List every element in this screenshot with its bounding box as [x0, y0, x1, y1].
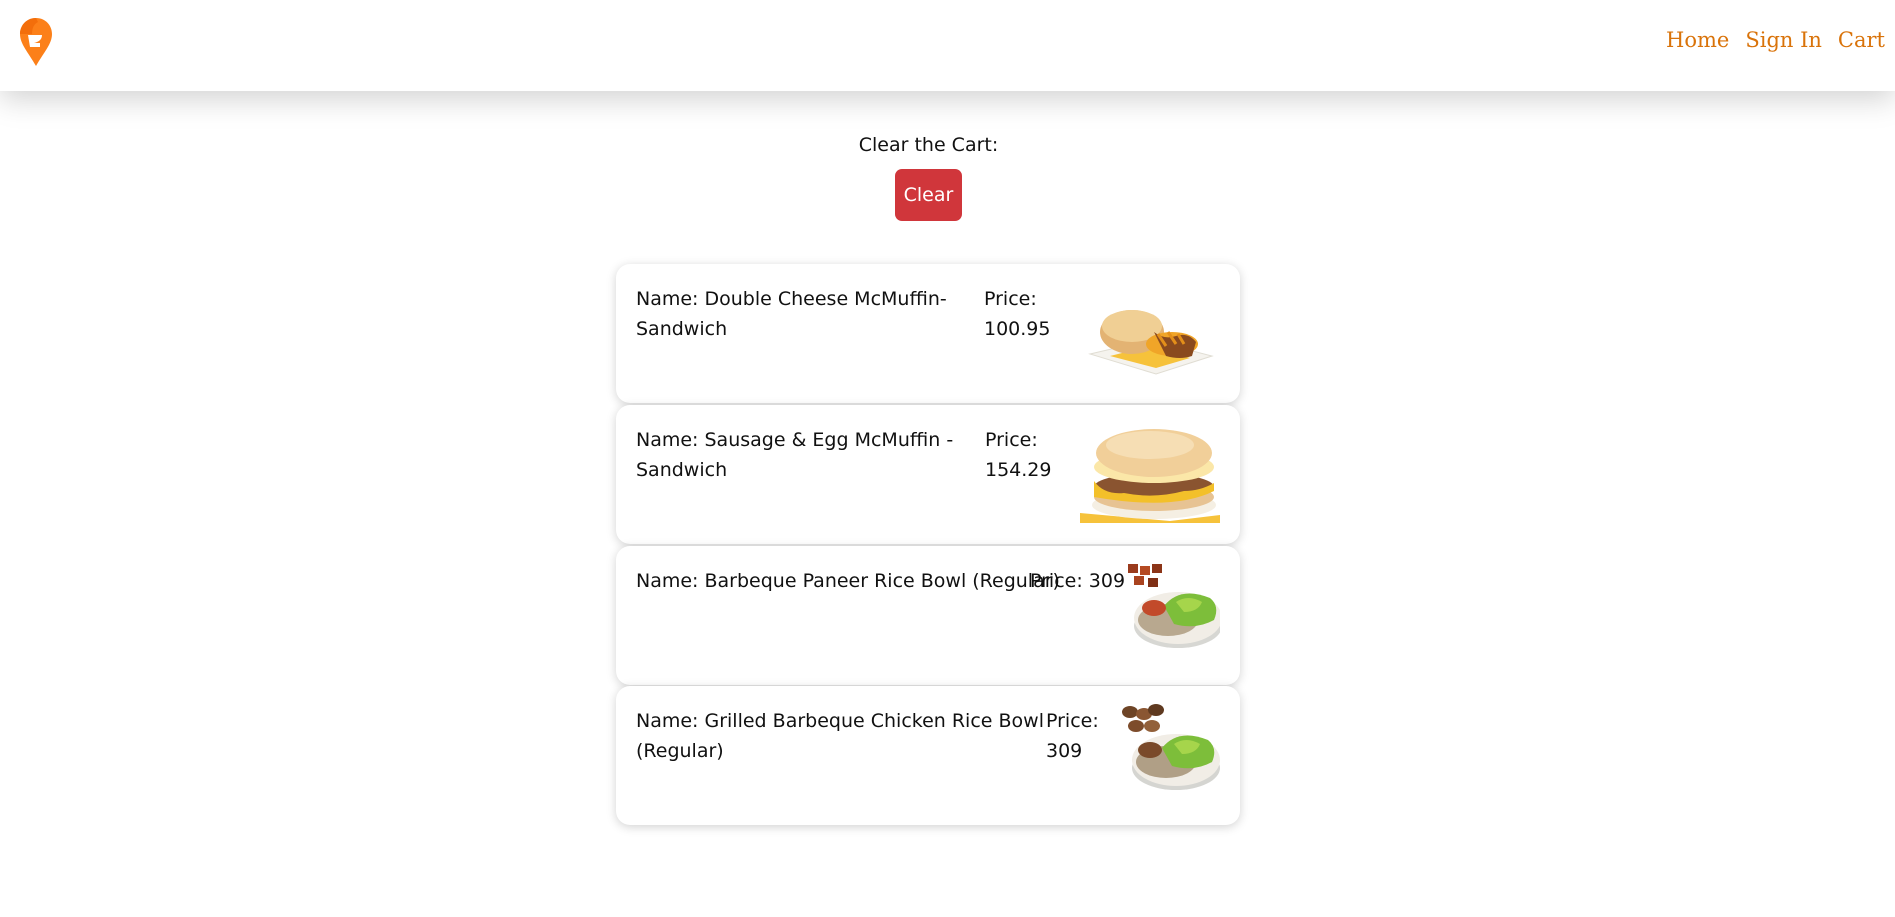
cart-item-name: Name: Grilled Barbeque Chicken Rice Bowl… [636, 710, 1044, 762]
swiggy-logo-icon[interactable] [18, 16, 54, 68]
mcmuffin-image [1088, 310, 1214, 375]
sausage-mcmuffin-image [1080, 429, 1220, 523]
cart-item-card: Name: Barbeque Paneer Rice Bowl (Regular… [616, 546, 1240, 685]
nav-sign-in-link[interactable]: Sign In [1745, 28, 1822, 52]
cart-item-price: Price: 309 [1046, 710, 1099, 762]
cart-item-price: Price: 309 [1030, 570, 1126, 592]
cart-item-price: Price: 154.29 [985, 429, 1052, 481]
clear-cart-label: Clear the Cart: [858, 134, 999, 156]
top-header: Home Sign In Cart [0, 0, 1895, 91]
cart-item-card: Name: Sausage & Egg McMuffin - Sandwich … [616, 405, 1240, 544]
cart-item-price: Price: 100.95 [984, 288, 1051, 340]
top-nav: Home Sign In Cart [1666, 28, 1885, 52]
paneer-rice-bowl-image [1128, 564, 1220, 648]
clear-cart-section: Clear the Cart: Clear [0, 134, 1857, 221]
nav-cart-link[interactable]: Cart [1838, 28, 1885, 52]
cart-item-name: Name: Sausage & Egg McMuffin - Sandwich [636, 429, 954, 481]
cart-item-card: Name: Double Cheese McMuffin- Sandwich P… [616, 264, 1240, 403]
cart-item-name: Name: Barbeque Paneer Rice Bowl (Regular… [636, 570, 1060, 592]
clear-cart-button[interactable]: Clear [895, 169, 962, 221]
chicken-rice-bowl-image [1122, 704, 1220, 790]
cart-item-card: Name: Grilled Barbeque Chicken Rice Bowl… [616, 686, 1240, 825]
cart-item-name: Name: Double Cheese McMuffin- Sandwich [636, 288, 947, 340]
nav-home-link[interactable]: Home [1666, 28, 1729, 52]
